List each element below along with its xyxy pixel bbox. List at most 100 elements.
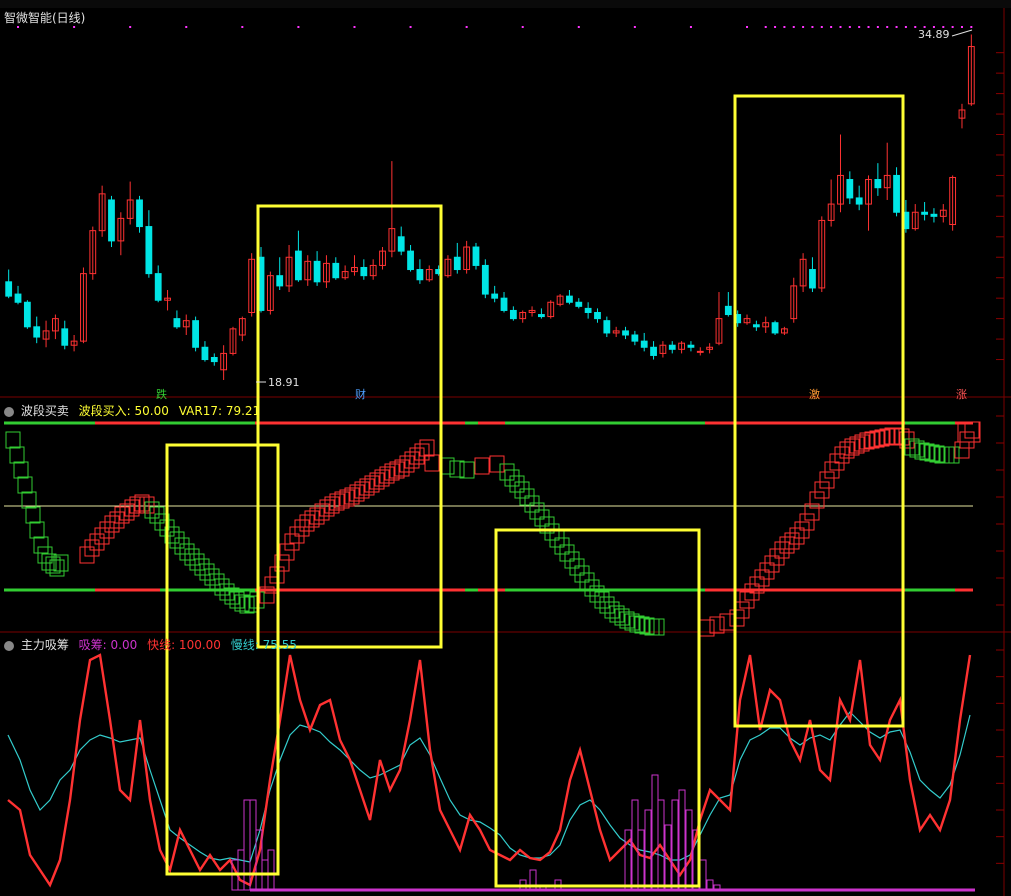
signal-dot [970, 26, 973, 28]
candle-body [145, 226, 153, 275]
ladder-box [354, 481, 370, 499]
panel2-value-2: VAR17: 79.21 [178, 404, 261, 418]
signal-dot [960, 26, 963, 28]
candle-body [584, 307, 592, 313]
signal-dot [764, 26, 767, 28]
collapse-icon[interactable] [4, 406, 14, 417]
ladder-box [279, 543, 295, 561]
period-toolbar[interactable] [0, 0, 1011, 8]
candle-body [491, 293, 499, 299]
candle-body [650, 346, 657, 356]
ladder-box [9, 446, 25, 464]
ladder-box [424, 454, 440, 472]
ladder-box [474, 457, 490, 475]
ladder-box [509, 475, 525, 493]
candle-body [23, 301, 31, 328]
ladder-box [299, 514, 315, 532]
candle-body [14, 293, 22, 303]
fast-line [7, 653, 972, 888]
candle-body [603, 320, 611, 334]
ladder-box [504, 469, 520, 487]
ladder-box [614, 608, 630, 626]
candle-body [921, 211, 928, 215]
signal-dot [129, 26, 132, 28]
candle-body [192, 320, 199, 348]
ladder-box [79, 546, 95, 564]
candle-body [696, 350, 704, 353]
ladder-box [89, 533, 105, 551]
absorb-bar [685, 809, 693, 891]
signal-dot [521, 26, 524, 28]
ladder-box [124, 499, 140, 517]
signal-dot [633, 26, 636, 28]
signal-dot [774, 26, 777, 28]
candle-body [893, 174, 900, 213]
candle-body [500, 297, 508, 311]
ladder-box [289, 526, 305, 544]
ladder-box [359, 478, 375, 496]
candle-body [509, 309, 517, 320]
collapse-icon[interactable] [4, 640, 14, 651]
candle-body [360, 266, 368, 277]
absorb-bar [237, 849, 245, 891]
absorb-bar [644, 809, 652, 891]
ladder-box [99, 521, 115, 539]
ladder-box [819, 471, 835, 489]
capital-indicator-series [7, 653, 975, 892]
ladder-box [719, 613, 735, 631]
ladder-box [189, 553, 205, 571]
ladder-box [379, 466, 395, 484]
panel2-value-1: 波段买入: 50.00 [78, 404, 169, 418]
low-price-label: 18.91 [268, 376, 300, 389]
ladder-box [209, 573, 225, 591]
signal-dot [73, 26, 76, 28]
ladder-box [199, 563, 215, 581]
high-arrow [951, 29, 973, 37]
candle-body [397, 236, 405, 252]
candle-body [640, 340, 648, 348]
candle-body [295, 250, 302, 281]
ladder-box [17, 476, 33, 494]
highlight-box [256, 204, 443, 649]
candle-body [61, 328, 69, 346]
absorb-bar [651, 774, 659, 891]
ladder-box [84, 539, 100, 557]
marker-cai: 财 [355, 388, 366, 401]
ladder-box [814, 481, 830, 499]
slow-line [7, 711, 971, 863]
candlestick-series [5, 26, 975, 380]
candle-body [575, 301, 583, 307]
ladder-box [369, 472, 385, 490]
ladder-box [839, 441, 855, 459]
candle-body [724, 305, 732, 316]
panel2-title: 波段买卖 波段买入: 50.00 VAR17: 79.21 [4, 402, 266, 419]
ladder-box [959, 431, 975, 449]
candle-body [407, 250, 414, 271]
candle-body [108, 199, 115, 242]
candle-body [472, 246, 480, 266]
candle-body [313, 260, 321, 283]
ladder-box [13, 461, 29, 479]
absorb-bar [637, 829, 645, 891]
signal-dot [876, 26, 879, 28]
signal-dot [409, 26, 412, 28]
ladder-box [649, 618, 665, 636]
panel3-value-3: 慢线: 75.55 [230, 638, 297, 652]
ladder-box [204, 568, 220, 586]
wave-ladder-series [4, 421, 981, 637]
candle-body [809, 269, 816, 289]
candle-body [855, 197, 863, 205]
ladder-box [174, 537, 190, 555]
candle-body [481, 264, 489, 295]
signal-dot [820, 26, 823, 28]
candle-body [668, 344, 676, 350]
ladder-box [304, 510, 320, 528]
signal-dot [904, 26, 907, 28]
candle-body [752, 324, 760, 328]
absorb-bar [243, 799, 251, 891]
panel3-name: 主力吸筹 [20, 638, 69, 652]
ladder-box [944, 446, 960, 464]
signal-dot [465, 26, 468, 28]
ladder-box [33, 536, 49, 554]
signal-dot [185, 26, 188, 28]
